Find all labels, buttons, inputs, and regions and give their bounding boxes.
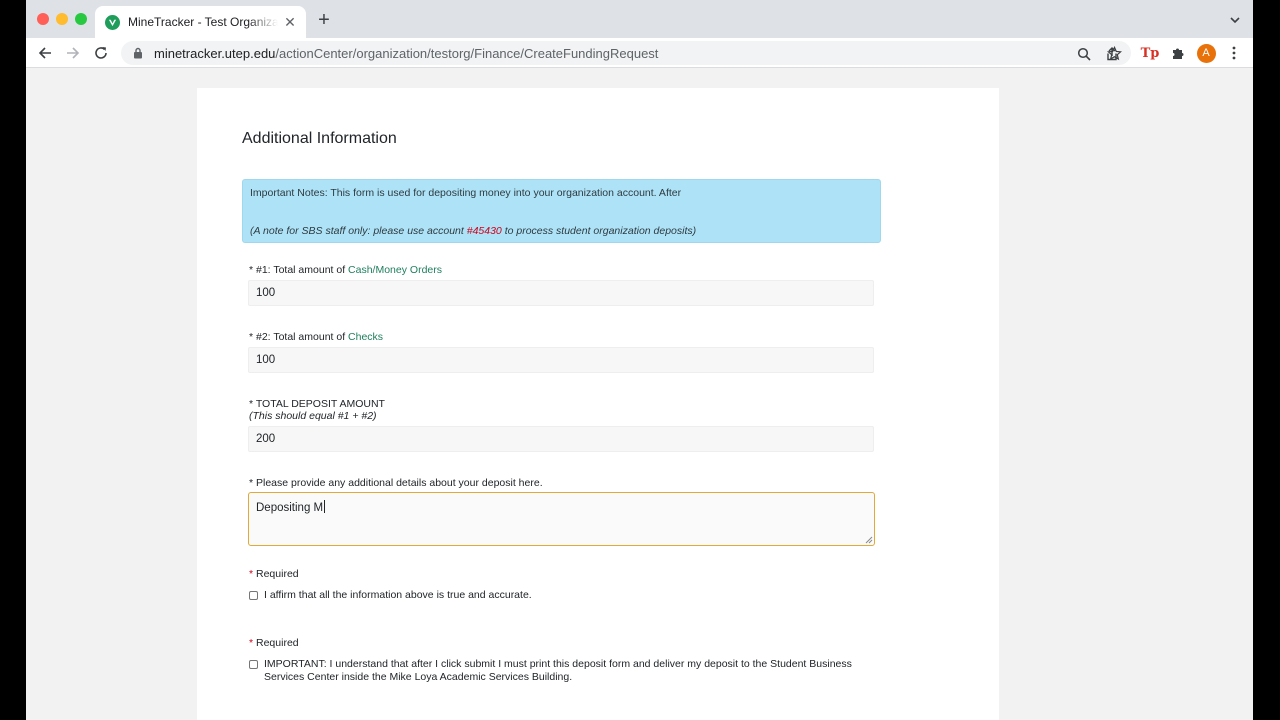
- bookmark-star-icon[interactable]: [1104, 43, 1124, 63]
- affirm-checkbox-row[interactable]: I affirm that all the information above …: [249, 589, 864, 602]
- total-label: * TOTAL DEPOSIT AMOUNT: [249, 398, 385, 410]
- staff-note-prefix: (A note for SBS staff only: please use a…: [250, 225, 467, 237]
- staff-note: (A note for SBS staff only: please use a…: [250, 225, 696, 237]
- notice-text: Important Notes: This form is used for d…: [250, 187, 682, 199]
- extensions-puzzle-icon[interactable]: [1168, 43, 1188, 63]
- important-notice: Important Notes: This form is used for d…: [242, 179, 881, 243]
- tab-title: MineTracker - Test Organization: [128, 15, 278, 29]
- cash-label: * #1: Total amount of Cash/Money Orders: [249, 264, 442, 276]
- url-text[interactable]: minetracker.utep.edu/actionCenter/organi…: [154, 46, 658, 61]
- back-arrow-icon[interactable]: [34, 42, 56, 64]
- required-text: Required: [253, 568, 299, 580]
- form-card: Additional Information Important Notes: …: [197, 88, 999, 720]
- required-indicator: * Required: [249, 568, 299, 580]
- url-host: minetracker.utep.edu: [154, 45, 276, 61]
- checks-link[interactable]: Checks: [348, 331, 383, 343]
- checks-amount-input[interactable]: 100: [248, 347, 874, 373]
- affirm-label: I affirm that all the information above …: [264, 589, 532, 601]
- forward-arrow-icon[interactable]: [62, 42, 84, 64]
- extension-tp-icon[interactable]: Tp: [1140, 43, 1160, 63]
- details-text: Depositing M: [256, 502, 324, 514]
- account-number: #45430: [466, 225, 502, 237]
- zoom-magnifier-icon[interactable]: [1075, 45, 1093, 63]
- more-menu-icon[interactable]: [1224, 43, 1244, 63]
- cash-label-text: * #1: Total amount of: [249, 264, 349, 276]
- checks-label-text: * #2: Total amount of: [249, 331, 349, 343]
- resize-handle-icon[interactable]: [865, 536, 873, 544]
- new-tab-button[interactable]: +: [314, 9, 334, 31]
- profile-initial: A: [1196, 43, 1216, 63]
- cash-money-orders-link[interactable]: Cash/Money Orders: [348, 264, 442, 276]
- address-bar[interactable]: minetracker.utep.edu/actionCenter/organi…: [121, 41, 1131, 65]
- required-text: Required: [253, 637, 299, 649]
- browser-tab-active[interactable]: MineTracker - Test Organization ✕: [95, 6, 306, 38]
- required-indicator: * Required: [249, 637, 299, 649]
- checks-label: * #2: Total amount of Checks: [249, 331, 383, 343]
- browser-toolbar: minetracker.utep.edu/actionCenter/organi…: [26, 38, 1253, 68]
- minetracker-favicon-icon: [105, 14, 120, 30]
- important-label: IMPORTANT: I understand that after I cli…: [264, 658, 852, 683]
- reload-icon[interactable]: [90, 42, 112, 64]
- details-label: * Please provide any additional details …: [249, 477, 543, 489]
- details-textarea[interactable]: Depositing M: [248, 492, 875, 546]
- important-checkbox[interactable]: [249, 660, 258, 669]
- tab-search-chevron-icon[interactable]: [1227, 12, 1243, 28]
- profile-avatar[interactable]: A: [1196, 43, 1216, 63]
- close-window-button[interactable]: [37, 13, 49, 25]
- affirm-checkbox[interactable]: [249, 591, 258, 600]
- page-viewport: Additional Information Important Notes: …: [26, 68, 1253, 720]
- url-path: /actionCenter/organization/testorg/Finan…: [275, 45, 659, 61]
- maximize-window-button[interactable]: [75, 13, 87, 25]
- text-caret: [324, 500, 326, 513]
- cash-amount-input[interactable]: 100: [248, 280, 874, 306]
- tab-close-icon[interactable]: ✕: [282, 14, 298, 30]
- tab-strip: MineTracker - Test Organization ✕ +: [26, 0, 1253, 38]
- browser-window: MineTracker - Test Organization ✕ + mine…: [26, 0, 1253, 720]
- lock-icon[interactable]: [131, 46, 145, 60]
- important-checkbox-row[interactable]: IMPORTANT: I understand that after I cli…: [249, 658, 864, 683]
- total-hint: (This should equal #1 + #2): [249, 410, 377, 422]
- total-amount-input[interactable]: 200: [248, 426, 874, 452]
- minimize-window-button[interactable]: [56, 13, 68, 25]
- section-title: Additional Information: [242, 130, 397, 147]
- staff-note-suffix: to process student organization deposits…: [501, 225, 697, 237]
